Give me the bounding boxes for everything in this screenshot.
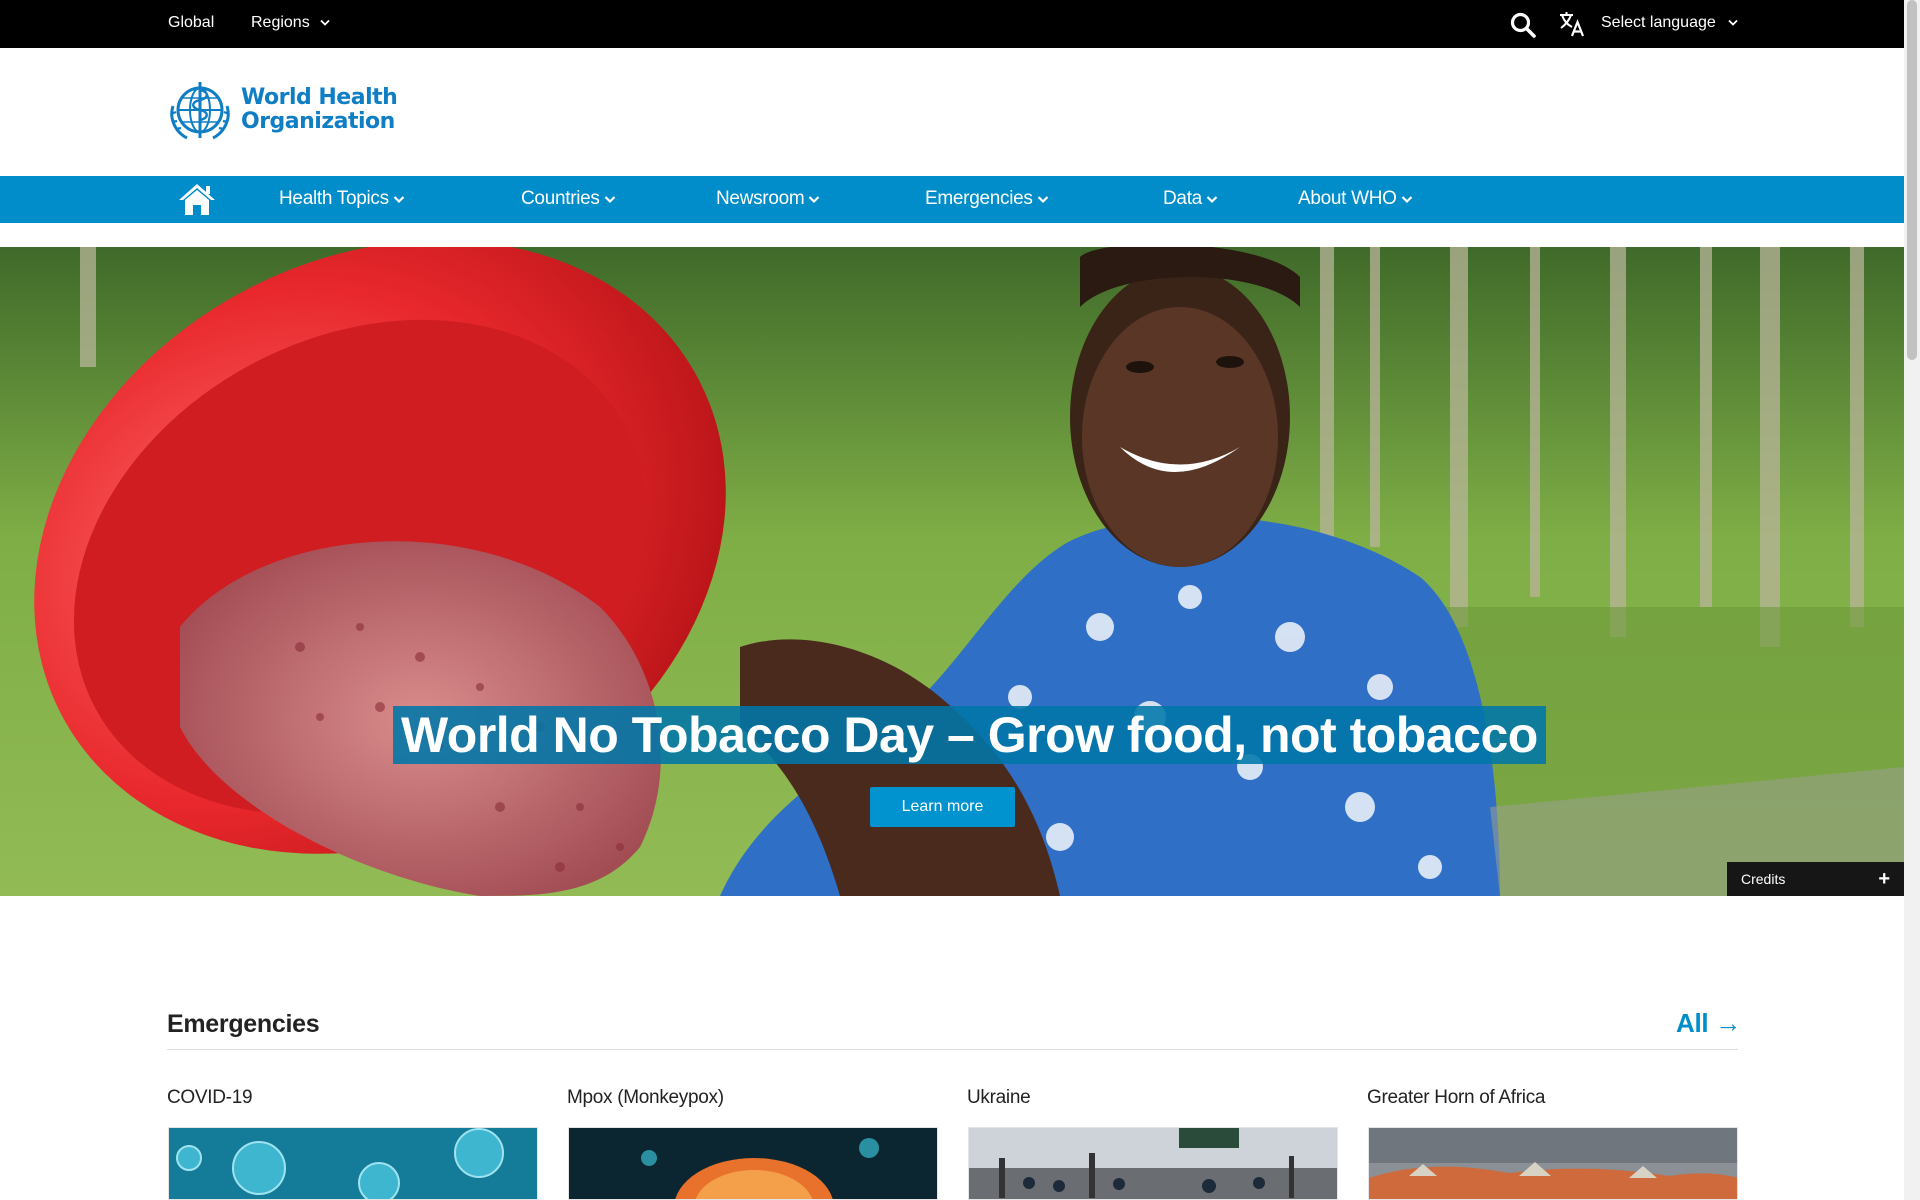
chevron-down-icon — [1728, 19, 1738, 26]
language-label: Select language — [1601, 14, 1716, 31]
who-logo[interactable]: World Health Organization — [167, 78, 398, 142]
top-utility-bar: Global Regions Select language — [0, 0, 1904, 48]
regions-label: Regions — [251, 14, 310, 31]
nav-item-label: Countries — [521, 188, 600, 209]
hero-headline[interactable]: World No Tobacco Day – Grow food, not to… — [393, 706, 1546, 764]
scrollbar-thumb[interactable] — [1907, 0, 1917, 360]
nav-item-health-topics[interactable]: Health Topics — [279, 188, 405, 210]
nav-item-about-who[interactable]: About WHO — [1298, 188, 1413, 210]
hero-banner: World No Tobacco Day – Grow food, not to… — [0, 247, 1904, 896]
language-select[interactable]: Select language — [1601, 14, 1738, 32]
card-image-greater-horn-of-africa[interactable] — [1368, 1127, 1738, 1200]
card-image-mpox[interactable] — [568, 1127, 938, 1200]
nav-item-newsroom[interactable]: Newsroom — [716, 188, 820, 210]
card-title-covid-19[interactable]: COVID-19 — [167, 1087, 253, 1109]
nav-item-data[interactable]: Data — [1163, 188, 1218, 210]
who-emblem-icon — [170, 82, 230, 140]
card-image-ukraine[interactable] — [968, 1127, 1338, 1200]
nav-item-countries[interactable]: Countries — [521, 188, 616, 210]
chevron-down-icon — [809, 195, 820, 203]
main-navigation: Health Topics Countries Newsroom Emergen… — [0, 176, 1904, 223]
chevron-down-icon — [1037, 195, 1048, 203]
home-icon[interactable] — [177, 182, 217, 216]
learn-more-button[interactable]: Learn more — [870, 787, 1015, 827]
credits-toggle[interactable]: Credits + — [1727, 862, 1904, 896]
logo-line-2: Organization — [241, 109, 395, 134]
credits-label: Credits — [1741, 871, 1786, 887]
nav-item-label: Data — [1163, 188, 1202, 209]
translate-icon — [1560, 12, 1585, 37]
page-scrollbar[interactable] — [1904, 0, 1920, 1200]
section-divider — [167, 1049, 1738, 1050]
regions-dropdown[interactable]: Regions — [251, 14, 330, 32]
card-title-ukraine[interactable]: Ukraine — [967, 1087, 1031, 1109]
chevron-down-icon — [320, 19, 330, 26]
card-title-greater-horn-of-africa[interactable]: Greater Horn of Africa — [1367, 1087, 1546, 1109]
logo-wordmark: World Health Organization — [241, 85, 398, 134]
nav-item-label: About WHO — [1298, 188, 1397, 209]
header-logo-area: World Health Organization — [0, 48, 1904, 176]
all-emergencies-link[interactable]: All → — [1676, 1008, 1741, 1039]
nav-item-label: Emergencies — [925, 188, 1033, 209]
search-icon[interactable] — [1509, 11, 1537, 39]
card-image-covid-19[interactable] — [168, 1127, 538, 1200]
emergencies-heading: Emergencies — [167, 1010, 320, 1038]
chevron-down-icon — [393, 195, 405, 203]
logo-line-1: World Health — [241, 85, 398, 110]
nav-item-label: Health Topics — [279, 188, 389, 209]
chevron-down-icon — [1401, 195, 1412, 203]
card-title-mpox[interactable]: Mpox (Monkeypox) — [567, 1087, 724, 1109]
chevron-down-icon — [1206, 195, 1218, 203]
nav-item-label: Newsroom — [716, 188, 805, 209]
chevron-down-icon — [604, 195, 615, 203]
nav-item-emergencies[interactable]: Emergencies — [925, 188, 1049, 210]
global-link[interactable]: Global — [168, 14, 214, 32]
plus-icon: + — [1878, 867, 1890, 890]
